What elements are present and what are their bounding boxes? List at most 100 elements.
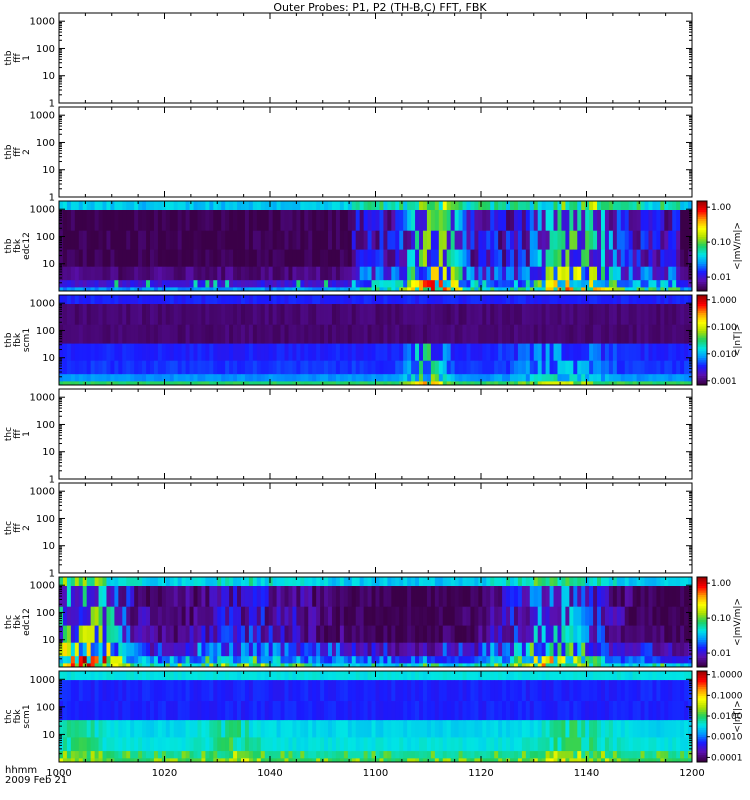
spectrogram-cell (280, 360, 285, 375)
spectrogram-cell (391, 701, 396, 721)
spectrogram-cell (146, 586, 151, 608)
spectrogram-cell (300, 210, 305, 232)
spectrogram-cell (624, 230, 630, 250)
spectrogram-cell (351, 586, 357, 608)
spectrogram-cell (146, 656, 151, 664)
y-tick-label: 10 (42, 635, 55, 646)
spectrogram-cell (422, 720, 428, 738)
spectrogram-cell (672, 210, 677, 232)
spectrogram-cell (288, 324, 293, 344)
spectrogram-cell (324, 577, 329, 587)
spectrogram-cell (201, 201, 206, 211)
spectrogram-cell (616, 720, 622, 738)
spectrogram-cell (347, 360, 353, 375)
spectrogram-cell (399, 249, 404, 268)
spectrogram-cell (308, 230, 313, 250)
spectrogram-cell (165, 304, 171, 326)
spectrogram-cell (359, 304, 365, 326)
spectrogram-cell (59, 625, 64, 644)
spectrogram-cell (343, 606, 349, 626)
spectrogram-cell (359, 343, 365, 362)
spectrogram-cell (474, 210, 479, 232)
spectrogram-cell (454, 201, 459, 211)
spectrogram-cell (565, 304, 570, 326)
spectrogram-cell (324, 324, 329, 344)
spectrogram-cell (363, 374, 368, 382)
spectrogram-cell (308, 360, 313, 375)
spectrogram-cell (668, 680, 673, 702)
spectrogram-cell (324, 586, 329, 608)
spectrogram-cell (312, 230, 317, 250)
spectrogram-cell (478, 304, 483, 326)
spectrogram-cell (146, 680, 151, 702)
spectrogram-cell (130, 720, 135, 738)
spectrogram-cell (118, 606, 123, 626)
spectrogram-cell (557, 230, 562, 250)
spectrogram-cell (569, 266, 574, 281)
spectrogram-cell (597, 720, 602, 738)
spectrogram-cell (339, 201, 345, 211)
spectrogram-cell (70, 606, 76, 626)
spectrogram-cell (225, 656, 230, 664)
spectrogram-cell (379, 720, 384, 738)
spectrogram-cell (260, 201, 266, 211)
spectrogram-cell (320, 343, 325, 362)
spectrogram-cell (438, 210, 444, 232)
spectrogram-cell (233, 304, 238, 326)
spectrogram-cell (454, 230, 459, 250)
spectrogram-cell (442, 720, 448, 738)
spectrogram-cell (284, 577, 289, 587)
spectrogram-cell (288, 606, 293, 626)
spectrogram-cell (648, 642, 653, 657)
spectrogram-cell (260, 720, 266, 738)
spectrogram-cell (632, 374, 638, 382)
spectrogram-cell (561, 642, 566, 657)
spectrogram-cell (256, 295, 262, 305)
spectrogram-cell (94, 586, 99, 608)
spectrogram-cell (106, 577, 111, 587)
spectrogram-cell (268, 304, 274, 326)
spectrogram-cell (446, 577, 452, 587)
panel-frame (58, 12, 693, 104)
spectrogram-cell (652, 671, 657, 681)
spectrogram-cell (264, 304, 270, 326)
spectrogram-cell (244, 249, 250, 268)
spectrogram-cell (153, 374, 159, 382)
spectrogram-cell (553, 577, 558, 587)
spectrogram-cell (612, 625, 618, 644)
spectrogram-cell (355, 656, 361, 664)
spectrogram-cell (490, 577, 495, 587)
panel-thc-fff-2: 1000100101thc fff 2 (4, 482, 693, 580)
spectrogram-cell (589, 586, 594, 608)
spectrogram-cell (209, 249, 214, 268)
spectrogram-cell (252, 280, 258, 288)
spectrogram-cell (407, 586, 412, 608)
spectrogram-cell (545, 266, 550, 281)
spectrogram-cell (256, 680, 262, 702)
spectrogram-cell (422, 295, 428, 305)
spectrogram-cell (391, 324, 396, 344)
spectrogram-cell (391, 606, 396, 626)
spectrogram-cell (62, 374, 68, 382)
spectrogram-cell (193, 360, 198, 375)
spectrogram-cells (59, 577, 693, 668)
spectrogram-cell (292, 249, 297, 268)
spectrogram-cell (415, 210, 420, 232)
spectrogram-cell (260, 360, 266, 375)
spectrogram-cell (521, 701, 527, 721)
spectrogram-cell (308, 656, 313, 664)
spectrogram-cell (173, 701, 179, 721)
spectrogram-cell (213, 304, 218, 326)
spectrogram-cell (573, 266, 578, 281)
spectrogram-cell (193, 324, 198, 344)
spectrogram-cell (608, 304, 614, 326)
spectrogram-cell (343, 210, 349, 232)
spectrogram-cell (668, 360, 673, 375)
spectrogram-cell (142, 625, 147, 644)
spectrogram-cell (268, 656, 274, 664)
spectrogram-cell (288, 343, 293, 362)
spectrogram-cell (98, 625, 103, 644)
spectrogram-cell (177, 343, 183, 362)
spectrogram-cell (442, 606, 448, 626)
spectrogram-cell (581, 606, 586, 626)
